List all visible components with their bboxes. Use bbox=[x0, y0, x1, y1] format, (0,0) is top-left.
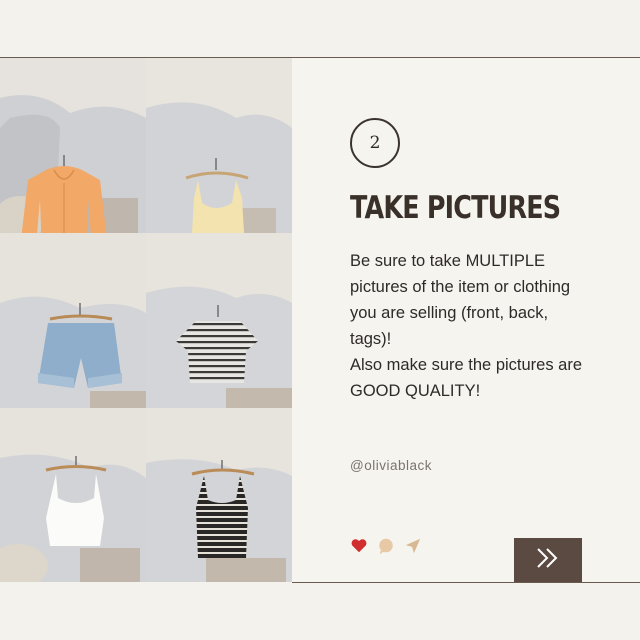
instructions-line: pictures of the item or clothing bbox=[350, 278, 571, 296]
instructions-line: tags)! bbox=[350, 330, 392, 348]
photo-denim-shorts bbox=[0, 233, 146, 408]
engagement-icons bbox=[350, 537, 422, 555]
heart-icon[interactable] bbox=[350, 537, 368, 555]
instructions-line: Also make sure the pictures are bbox=[350, 356, 583, 374]
photo-grid bbox=[0, 58, 292, 582]
instructions-line: you are selling (front, back, bbox=[350, 304, 549, 322]
next-button[interactable] bbox=[514, 538, 582, 582]
photo-cream-tank bbox=[146, 58, 292, 233]
author-handle[interactable]: @oliviablack bbox=[350, 458, 432, 473]
step-number: 2 bbox=[369, 133, 381, 153]
content-panel: 2 TAKE PICTURES Be sure to take MULTIPLE… bbox=[292, 58, 640, 582]
comment-icon[interactable] bbox=[377, 537, 395, 555]
instructions-line: GOOD QUALITY! bbox=[350, 382, 481, 400]
photo-striped-tank bbox=[146, 408, 292, 582]
instructions-text: Be sure to take MULTIPLE pictures of the… bbox=[350, 248, 635, 404]
instructions-line: Be sure to take MULTIPLE bbox=[350, 252, 546, 270]
step-number-badge: 2 bbox=[350, 118, 400, 168]
photo-white-cami bbox=[0, 408, 146, 582]
photo-striped-tee bbox=[146, 233, 292, 408]
bottom-divider bbox=[292, 582, 640, 583]
send-icon[interactable] bbox=[404, 537, 422, 555]
photo-orange-cardigan bbox=[0, 58, 146, 233]
double-chevron-right-icon bbox=[533, 546, 563, 574]
page-title: TAKE PICTURES bbox=[350, 190, 561, 226]
